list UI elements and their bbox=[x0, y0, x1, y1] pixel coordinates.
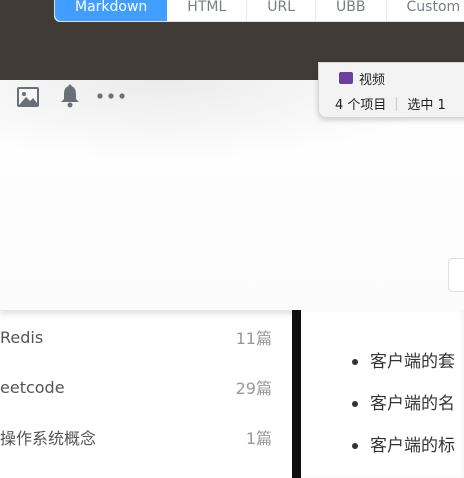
folder-icon bbox=[339, 72, 353, 84]
tab-html[interactable]: HTML bbox=[167, 0, 248, 21]
tab-ubb[interactable]: UBB bbox=[316, 0, 387, 21]
image-icon[interactable] bbox=[16, 86, 40, 108]
more-icon[interactable] bbox=[96, 91, 126, 101]
category-name: Redis bbox=[0, 327, 44, 347]
side-button[interactable] bbox=[448, 258, 464, 292]
tab-url[interactable]: URL bbox=[247, 0, 317, 21]
tab-markdown[interactable]: Markdown bbox=[55, 0, 168, 21]
format-tab-group: Markdown HTML URL UBB Custom bbox=[54, 0, 464, 22]
tab-custom[interactable]: Custom bbox=[387, 0, 464, 21]
selected-count: 选中 1 bbox=[407, 98, 446, 113]
list-item[interactable]: eetcode 29篇 bbox=[0, 362, 292, 412]
category-count: 1篇 bbox=[245, 429, 272, 448]
folder-label: 视频 bbox=[359, 72, 386, 88]
explorer-status-bar: 4 个项目 选中 1 bbox=[335, 94, 446, 113]
bell-icon[interactable] bbox=[59, 84, 81, 108]
bullet-item: 客户端的套 bbox=[352, 341, 455, 383]
section-divider bbox=[0, 310, 292, 311]
bullet-item: 客户端的标 bbox=[352, 425, 455, 467]
scroll-divider-bar bbox=[292, 310, 301, 478]
bullet-item: 客户端的名 bbox=[352, 383, 455, 425]
item-count: 4 个项目 bbox=[335, 98, 387, 113]
category-name: eetcode bbox=[0, 377, 65, 397]
list-item[interactable]: 操作系统概念 1篇 bbox=[0, 412, 292, 462]
category-list: Redis 11篇 eetcode 29篇 操作系统概念 1篇 bbox=[0, 312, 292, 462]
category-count: 11篇 bbox=[235, 329, 272, 348]
category-count: 29篇 bbox=[235, 379, 272, 398]
category-name: 操作系统概念 bbox=[0, 429, 97, 448]
bullet-list: 客户端的套 客户端的名 客户端的标 bbox=[352, 341, 455, 467]
explorer-folder-row[interactable]: 视频 bbox=[339, 69, 386, 88]
list-item[interactable]: Redis 11篇 bbox=[0, 312, 292, 362]
status-divider bbox=[396, 96, 398, 111]
file-explorer-popup: 视频 4 个项目 选中 1 bbox=[318, 62, 464, 118]
